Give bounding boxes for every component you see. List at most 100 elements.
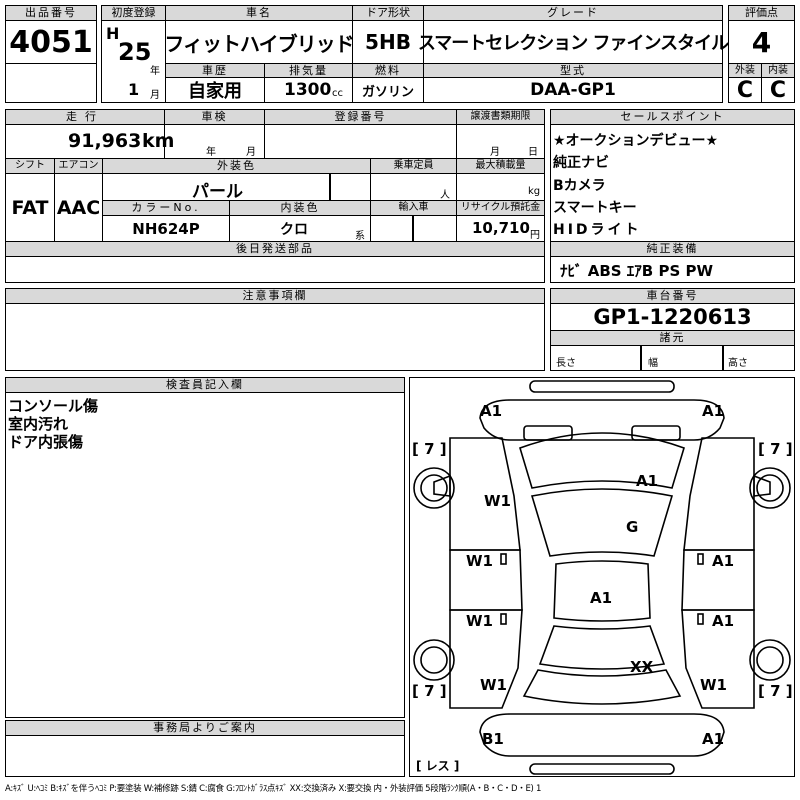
later-parts-box: [5, 256, 545, 283]
inspection-month-unit: 月: [246, 147, 256, 158]
door-type: 5HB: [352, 20, 424, 64]
length-label: 長さ: [556, 358, 576, 369]
mileage-label: 走行: [5, 109, 165, 125]
later-parts-label: 後日発送部品: [5, 241, 545, 257]
tire-front-right: [ 7 ]: [758, 440, 793, 458]
displacement-unit: cc: [332, 88, 343, 99]
capacity-label: 乗車定員: [370, 158, 457, 174]
spare-tire: [ レス ]: [416, 759, 459, 773]
equipment-label: 純正装備: [550, 241, 795, 257]
exterior-score: C: [728, 77, 762, 103]
chassis-number: GP1-1220613: [550, 303, 795, 331]
car-damage-diagram: A1 A1 A1 G A1 XX W1 W1 W1 W1 A1 A1 W1 B1…: [412, 380, 793, 775]
mileage: 91,963: [68, 130, 142, 152]
first-reg-label: 初度登録: [101, 5, 166, 21]
interior-label: 内装: [761, 63, 795, 78]
car-name: フィットハイブリッド: [164, 20, 355, 64]
import-divider: [412, 215, 414, 242]
displacement-label: 排気量: [264, 63, 353, 78]
recycle-fee: 10,710: [472, 219, 530, 237]
office-label: 事務局よりご案内: [5, 720, 405, 736]
mark-hood: A1: [636, 472, 658, 490]
inspector-note: ドア内張傷: [8, 433, 84, 451]
ext-color-divider: [329, 173, 331, 201]
history: 自家用: [165, 77, 265, 103]
score-label: 評価点: [728, 5, 795, 21]
mark-left-fender: W1: [484, 492, 511, 510]
legend: A:ｷｽﾞ U:ﾍｺﾐ B:ｷｽﾞを伴うﾍｺﾐ P:要塗装 W:補修跡 S:錆 …: [5, 784, 542, 794]
interior-color-label: 内装色: [229, 200, 371, 216]
office-box: [5, 735, 405, 777]
tire-rear-right: [ 7 ]: [758, 682, 793, 700]
max-load-unit: kg: [528, 186, 541, 197]
interior-color-unit: 系: [355, 231, 365, 242]
mark-right-quarter: W1: [700, 676, 727, 694]
sales-point-item: 純正ナビ: [553, 155, 609, 171]
sales-points-label: セールスポイント: [550, 109, 795, 125]
tire-front-left: [ 7 ]: [412, 440, 447, 458]
grade-label: グレード: [423, 5, 723, 21]
reg-number-box: [264, 124, 457, 159]
mark-front-right: A1: [702, 402, 724, 420]
transfer-day-unit: 日: [528, 147, 538, 158]
sales-point-item: スマートキー: [553, 200, 637, 216]
interior-color: クロ: [280, 222, 308, 238]
specs-box: [550, 345, 795, 371]
capacity-unit: 人: [440, 190, 450, 201]
displacement: 1300: [284, 80, 332, 100]
fuel: ガソリン: [352, 77, 424, 103]
exterior-label: 外装: [728, 63, 762, 78]
inspection-year-unit: 年: [206, 147, 216, 158]
import-label: 輸入車: [370, 200, 457, 216]
specs-label: 諸元: [550, 330, 795, 346]
mark-windshield: G: [626, 518, 638, 536]
ac-label: エアコン: [54, 158, 103, 174]
max-load-label: 最大積載量: [456, 158, 545, 174]
shift-label: シフト: [5, 158, 55, 174]
transfer-deadline-label: 譲渡書類期限: [456, 109, 545, 125]
ext-color: パール: [192, 182, 243, 202]
model: DAA-GP1: [423, 77, 723, 103]
mark-front-left: A1: [480, 402, 502, 420]
reg-number-label: 登録番号: [264, 109, 457, 125]
height-label: 高さ: [728, 358, 748, 369]
mark-right-front-door: A1: [712, 552, 734, 570]
mark-left-front-door: W1: [466, 552, 493, 570]
specs-divider: [722, 345, 724, 371]
color-no: NH624P: [102, 215, 230, 242]
specs-divider: [640, 345, 642, 371]
door-label: ドア形状: [352, 5, 424, 21]
mark-rear-right: A1: [702, 730, 724, 748]
sales-point-item: HIDライト: [553, 222, 642, 238]
tire-rear-left: [ 7 ]: [412, 682, 447, 700]
color-no-label: カラーNo.: [102, 200, 230, 216]
reg-year-unit: 年: [150, 66, 160, 77]
lot-blank: [5, 63, 97, 103]
sales-point-item: Bカメラ: [553, 178, 606, 194]
ac: AAC: [54, 173, 103, 242]
sales-point-item: ★オークションデビュー★: [553, 133, 719, 149]
car-name-label: 車名: [165, 5, 353, 21]
reg-year: 25: [118, 38, 152, 66]
mark-right-rear-door: A1: [712, 612, 734, 630]
notes-box: [5, 303, 545, 371]
lot-number: 4051: [5, 20, 97, 64]
fuel-label: 燃料: [352, 63, 424, 78]
reg-month: 1: [128, 80, 140, 99]
shift: FAT: [5, 173, 55, 242]
lot-label: 出品番号: [5, 5, 97, 21]
chassis-label: 車台番号: [550, 288, 795, 304]
history-label: 車歴: [165, 63, 265, 78]
notes-label: 注意事項欄: [5, 288, 545, 304]
equipment-list: ﾅﾋﾞ ABS ｴｱB PS PW: [560, 262, 714, 280]
ext-color-label: 外装色: [102, 158, 371, 174]
recycle-label: リサイクル預託金: [456, 200, 545, 216]
model-label: 型式: [423, 63, 723, 78]
score: 4: [728, 20, 795, 64]
inspector-label: 検査員記入欄: [5, 377, 405, 393]
transfer-month-unit: 月: [490, 147, 500, 158]
mark-trunk: XX: [630, 658, 654, 676]
width-label: 幅: [648, 358, 658, 369]
mark-left-rear-door: W1: [466, 612, 493, 630]
reg-month-unit: 月: [150, 90, 160, 101]
